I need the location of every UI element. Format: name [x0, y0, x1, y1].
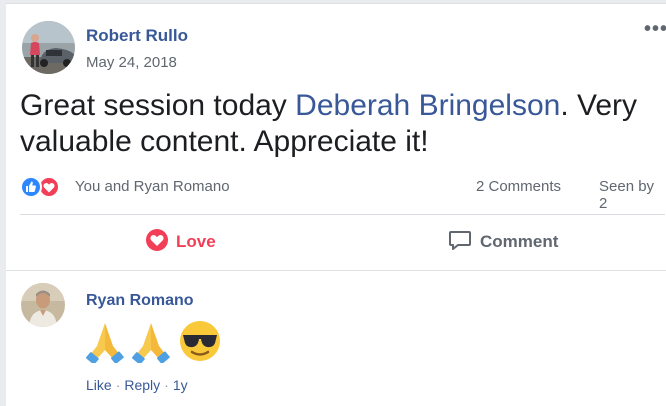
more-options-icon[interactable]: •••: [644, 18, 666, 41]
comment-actions: Like · Reply · 1y: [86, 377, 188, 393]
commenter-name[interactable]: Ryan Romano: [86, 292, 194, 310]
author-avatar[interactable]: [22, 21, 75, 74]
separator: ·: [115, 377, 121, 393]
post-timestamp[interactable]: May 24, 2018: [86, 54, 177, 71]
folded-hands-icon: [86, 323, 124, 365]
comment-label: Comment: [480, 232, 559, 251]
separator: ·: [164, 377, 169, 393]
mention-link[interactable]: Deberah Bringelson: [295, 89, 560, 122]
comment-body: [86, 319, 226, 365]
heart-icon: [145, 228, 169, 257]
love-label: Love: [176, 232, 216, 251]
love-button[interactable]: Love: [145, 228, 216, 257]
sunglasses-face-icon: [180, 321, 220, 361]
reactions-summary: You and Ryan Romano 2 Comments Seen by 2: [20, 176, 665, 212]
comment-bubble-icon: [448, 228, 472, 257]
comment-count[interactable]: 2 Comments: [476, 178, 561, 195]
comment-button[interactable]: Comment: [448, 230, 558, 254]
comments-section: Ryan Romano Like · Reply · 1y: [6, 270, 666, 406]
reaction-names[interactable]: You and Ryan Romano: [75, 178, 230, 195]
folded-hands-icon: [132, 323, 170, 365]
commenter-avatar[interactable]: [21, 283, 65, 327]
post-card: Robert Rullo May 24, 2018 ••• Great sess…: [6, 3, 666, 271]
like-reaction-icon[interactable]: [20, 176, 42, 198]
comment-timestamp[interactable]: 1y: [173, 377, 188, 393]
like-link[interactable]: Like: [86, 377, 112, 393]
seen-by-count[interactable]: Seen by 2: [599, 178, 665, 212]
post-message: Great session today Deberah Bringelson. …: [20, 88, 660, 160]
post-text-start: Great session today: [20, 89, 296, 122]
post-author-name[interactable]: Robert Rullo: [86, 26, 188, 46]
reply-link[interactable]: Reply: [124, 377, 160, 393]
divider: [20, 214, 665, 215]
